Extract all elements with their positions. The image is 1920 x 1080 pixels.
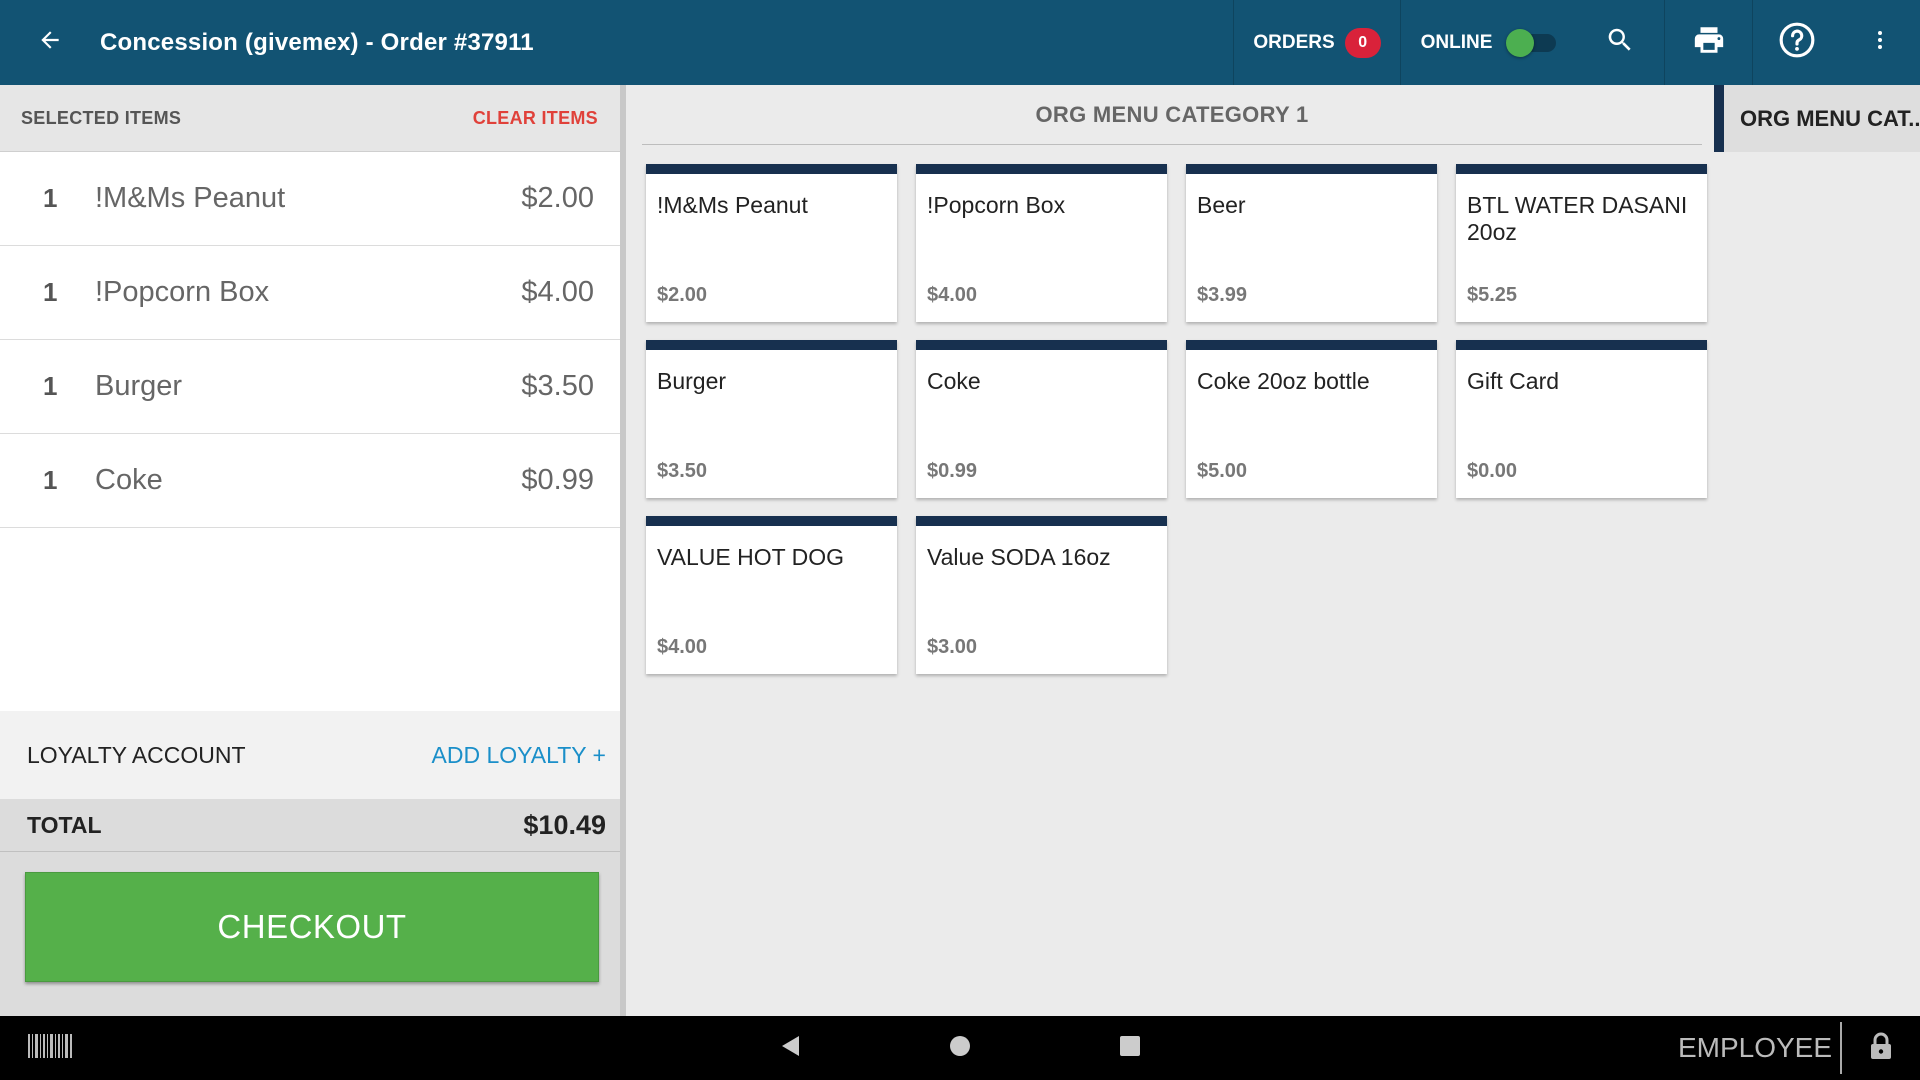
product-card[interactable]: Coke 20oz bottle $5.00	[1186, 340, 1437, 498]
cart-item-name: Burger	[95, 370, 183, 402]
cart-item-qty: 1	[43, 277, 58, 307]
nav-back-icon	[779, 1034, 801, 1063]
cart-item-name: !M&Ms Peanut	[95, 182, 286, 214]
cart-item-price: $2.00	[521, 182, 594, 214]
product-card[interactable]: Gift Card $0.00	[1456, 340, 1707, 498]
product-price: $5.00	[1197, 460, 1248, 482]
cart-item-qty: 1	[43, 183, 58, 213]
page-title: Concession (givemex) - Order #37911	[100, 28, 534, 56]
employee-button[interactable]: EMPLOYEE	[1665, 1016, 1845, 1080]
search-button[interactable]	[1576, 0, 1664, 85]
product-name: !M&Ms Peanut	[657, 192, 808, 218]
cart-item-qty: 1	[43, 465, 58, 495]
orders-label: ORDERS	[1253, 31, 1335, 53]
product-price: $0.00	[1467, 460, 1518, 482]
product-name: Gift Card	[1467, 368, 1560, 394]
nav-recents-button[interactable]	[1100, 1016, 1160, 1080]
online-status: ONLINE	[1400, 0, 1576, 85]
loyalty-row: LOYALTY ACCOUNT ADD LOYALTY +	[0, 711, 620, 799]
cart-item-qty: 1	[43, 371, 58, 401]
total-label: TOTAL	[27, 811, 102, 838]
nav-home-icon	[949, 1035, 971, 1062]
print-button[interactable]	[1664, 0, 1752, 85]
product-name: BTL WATER DASANI 20oz	[1467, 192, 1688, 245]
add-loyalty-button[interactable]: ADD LOYALTY +	[432, 742, 607, 769]
product-grid: !M&Ms Peanut $2.00 !Popcorn Box $4.00 Be…	[646, 164, 1716, 674]
cart-item[interactable]: 1 !M&Ms Peanut $2.00	[0, 152, 620, 246]
lock-button[interactable]	[1856, 1016, 1906, 1080]
clear-items-button[interactable]: CLEAR ITEMS	[473, 108, 598, 129]
product-name: Burger	[657, 368, 727, 394]
search-icon	[1605, 25, 1635, 60]
product-card[interactable]: !Popcorn Box $4.00	[916, 164, 1167, 322]
category-title: ORG MENU CATEGORY 1	[642, 85, 1702, 145]
nav-home-button[interactable]	[930, 1016, 990, 1080]
barcode-button[interactable]	[22, 1016, 78, 1080]
product-name: Beer	[1197, 192, 1246, 218]
product-card[interactable]: Beer $3.99	[1186, 164, 1437, 322]
menu-area: ORG MENU CATEGORY 1 !M&Ms Peanut $2.00 !…	[632, 85, 1714, 1016]
product-price: $2.00	[657, 284, 708, 306]
product-name: Value SODA 16oz	[927, 544, 1111, 570]
cart-panel: SELECTED ITEMS CLEAR ITEMS 1 !M&Ms Peanu…	[0, 85, 626, 1016]
cart-item-price: $0.99	[521, 464, 594, 496]
total-amount: $10.49	[523, 809, 606, 840]
nav-recents-icon	[1119, 1035, 1141, 1062]
product-price: $0.99	[927, 460, 978, 482]
online-label: ONLINE	[1420, 31, 1493, 53]
product-price: $5.25	[1467, 284, 1518, 306]
cart-item-price: $3.50	[521, 370, 594, 402]
cart-item-price: $4.00	[521, 276, 594, 308]
orders-count-badge: 0	[1344, 27, 1381, 58]
total-row: TOTAL $10.49	[0, 799, 620, 852]
product-price: $4.00	[657, 636, 708, 658]
product-name: Coke 20oz bottle	[1197, 368, 1370, 394]
product-price: $4.00	[927, 284, 978, 306]
more-options-button[interactable]	[1840, 0, 1920, 85]
system-nav-bar: EMPLOYEE	[0, 1016, 1920, 1080]
product-price: $3.00	[927, 636, 978, 658]
print-icon	[1692, 23, 1726, 62]
product-card[interactable]: !M&Ms Peanut $2.00	[646, 164, 897, 322]
product-name: VALUE HOT DOG	[657, 544, 845, 570]
selected-items-label: SELECTED ITEMS	[21, 107, 182, 128]
orders-button[interactable]: ORDERS 0	[1233, 0, 1400, 85]
product-card[interactable]: Coke $0.99	[916, 340, 1167, 498]
cart-item[interactable]: 1 !Popcorn Box $4.00	[0, 246, 620, 340]
product-card[interactable]: Burger $3.50	[646, 340, 897, 498]
product-card[interactable]: VALUE HOT DOG $4.00	[646, 516, 897, 674]
product-name: !Popcorn Box	[927, 192, 1066, 218]
nav-back-button[interactable]	[760, 1016, 820, 1080]
cart-item-name: Coke	[95, 464, 163, 496]
cart-item-name: !Popcorn Box	[95, 276, 270, 308]
app-bar: Concession (givemex) - Order #37911 ORDE…	[0, 0, 1920, 85]
product-name: Coke	[927, 368, 981, 394]
product-price: $3.99	[1197, 284, 1248, 306]
more-vert-icon	[1868, 25, 1892, 60]
nav-divider	[1840, 1022, 1842, 1074]
loyalty-account-label: LOYALTY ACCOUNT	[27, 741, 246, 768]
checkout-button[interactable]: CHECKOUT	[25, 872, 599, 982]
checkout-area: CHECKOUT	[0, 852, 620, 1016]
cart-header: SELECTED ITEMS CLEAR ITEMS	[0, 85, 620, 152]
back-arrow-icon	[37, 27, 63, 58]
back-button[interactable]	[0, 0, 100, 85]
online-toggle[interactable]	[1506, 28, 1557, 57]
help-icon	[1778, 21, 1816, 64]
cart-item[interactable]: 1 Burger $3.50	[0, 340, 620, 434]
online-toggle-knob	[1506, 28, 1535, 57]
product-price: $3.50	[657, 460, 708, 482]
product-card[interactable]: BTL WATER DASANI 20oz $5.25	[1456, 164, 1707, 322]
barcode-icon	[28, 1033, 72, 1063]
lock-icon	[1870, 1032, 1892, 1065]
category-tab[interactable]: ORG MENU CAT...	[1714, 85, 1920, 152]
product-card[interactable]: Value SODA 16oz $3.00	[916, 516, 1167, 674]
help-button[interactable]	[1752, 0, 1840, 85]
cart-item[interactable]: 1 Coke $0.99	[0, 434, 620, 528]
